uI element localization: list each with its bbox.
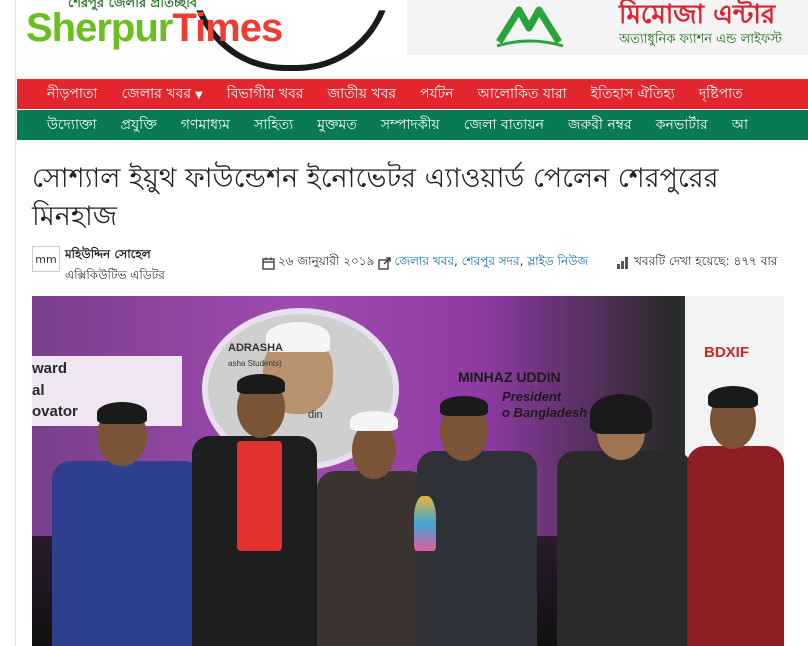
primary-nav-item-label: আলোকিত যারা [477, 86, 567, 102]
secondary-nav-item[interactable]: কনভার্টার [644, 113, 720, 137]
view-count-text: খবরটি দেখা হয়েছে: ৪৭৭ বার [634, 254, 778, 268]
primary-nav: নীড়পাতা জেলার খবর ▼ বিভাগীয় খবর জাতীয় খবর… [17, 79, 808, 109]
page-left-border [15, 0, 16, 646]
author-name[interactable]: মহিউদ্দিন সোহেল [65, 246, 151, 266]
secondary-nav-item[interactable]: মুক্তমত [305, 113, 369, 137]
secondary-nav-item[interactable]: জেলা বাতায়ন [452, 113, 556, 137]
secondary-nav-item[interactable]: সাহিত্য [242, 113, 305, 137]
primary-nav-item[interactable]: ইতিহাস ঐতিহ্য [579, 82, 687, 106]
primary-nav-item-label: ইতিহাস ঐতিহ্য [590, 86, 675, 102]
photo-banner-line: ward [32, 360, 68, 377]
primary-nav-item[interactable]: বিভাগীয় খবর [215, 82, 316, 106]
view-count: খবরটি দেখা হয়েছে: ৪৭৭ বার [617, 253, 777, 273]
primary-nav-item-label: জেলার খবর [121, 86, 192, 102]
primary-nav-item[interactable]: জেলার খবর ▼ [109, 82, 214, 106]
secondary-nav-item-label: সম্পাদকীয় [380, 117, 440, 133]
secondary-nav-item-label: জেলা বাতায়ন [463, 117, 544, 133]
author-role: এক্সিকিউটিভ এডিটর [65, 268, 165, 282]
author-avatar[interactable]: mm [32, 246, 60, 272]
secondary-nav-item[interactable]: গণমাধ্যম [169, 113, 242, 137]
secondary-nav-item[interactable]: জরুরী নম্বর [556, 113, 644, 137]
article-title: সোশ্যাল ইয়ুথ ফাউন্ডেশন ইনোভেটর এ্যাওয়া… [32, 163, 719, 232]
bar-chart-icon [617, 257, 629, 269]
secondary-nav: উদ্যোক্তা প্রযুক্তি গণমাধ্যম সাহিত্য মুক্তমত… [17, 109, 808, 140]
photo-screen-org: o Bangladesh [502, 405, 588, 420]
secondary-nav-item-label: সাহিত্য [253, 117, 294, 133]
primary-nav-item-label: পর্যটন [420, 86, 454, 102]
article-featured-image[interactable]: ward al ovator ADRASHA asha Students) di… [32, 296, 784, 646]
ad-tagline: অত্যাধুনিক ফ্যাশন এন্ড লাইফস্ট [619, 32, 783, 47]
secondary-nav-item-label: কনভার্টার [655, 117, 708, 133]
primary-nav-item-label: জাতীয় খবর [327, 86, 397, 102]
category-separator: , [453, 254, 462, 268]
secondary-nav-item-label: মুক্তমত [317, 117, 357, 133]
primary-nav-item[interactable]: নীড়পাতা [17, 82, 109, 106]
primary-nav-item-label: দৃষ্টিপাত [698, 86, 743, 102]
secondary-nav-item-label: জরুরী নম্বর [567, 117, 632, 133]
article-date: ২৬ জানুয়ারী ২০১৯ [278, 254, 375, 268]
calendar-icon [262, 257, 275, 270]
ad-brand-logo [496, 6, 564, 48]
secondary-nav-item[interactable]: প্রযুক্তি [109, 113, 169, 137]
photo-banner-line: al [32, 382, 45, 399]
secondary-nav-item[interactable]: সম্পাদকীয় [369, 113, 452, 137]
primary-nav-item-label: বিভাগীয় খবর [226, 86, 304, 102]
secondary-nav-item-label: উদ্যোক্তা [47, 117, 97, 133]
category-link[interactable]: স্লাইড নিউজ [527, 254, 588, 268]
category-link[interactable]: শেরপুর সদর [462, 254, 520, 268]
secondary-nav-item-label: আ [731, 117, 749, 133]
logo-wordmark: SherpurTimes [26, 6, 283, 50]
primary-nav-item[interactable]: পর্যটন [408, 82, 466, 106]
photo-screen-title: President [502, 389, 562, 404]
category-link[interactable]: জেলার খবর [394, 254, 454, 268]
secondary-nav-item[interactable]: উদ্যোক্তা [17, 113, 109, 137]
secondary-nav-item[interactable]: আ [720, 113, 760, 137]
category-links: জেলার খবর, শেরপুর সদর, স্লাইড নিউজ [394, 253, 588, 273]
primary-nav-item[interactable]: দৃষ্টিপাত [687, 82, 755, 106]
secondary-nav-item-label: গণমাধ্যম [180, 117, 230, 133]
article-meta: ২৬ জানুয়ারী ২০১৯ জেলার খবর, শেরপুর সদর,… [262, 253, 588, 273]
site-logo[interactable]: শেরপুর জেলার প্রতিচ্ছবি SherpurTimes [20, 0, 392, 71]
photo-sponsor-text: BDXIF [704, 344, 749, 361]
external-link-icon [378, 256, 392, 270]
chevron-down-icon: ▼ [195, 90, 203, 101]
primary-nav-item[interactable]: আলোকিত যারা [466, 82, 579, 106]
photo-screen-name: MINHAZ UDDIN [458, 369, 561, 385]
photo-trophy [414, 496, 436, 551]
photo-banner-line: ovator [32, 403, 78, 420]
secondary-nav-item-label: প্রযুক্তি [120, 117, 157, 133]
primary-nav-item[interactable]: জাতীয় খবর [316, 82, 408, 106]
header-ad-banner[interactable]: মিমোজা এন্টার অত্যাধুনিক ফ্যাশন এন্ড লাই… [407, 0, 808, 55]
primary-nav-item-label: নীড়পাতা [47, 86, 98, 102]
